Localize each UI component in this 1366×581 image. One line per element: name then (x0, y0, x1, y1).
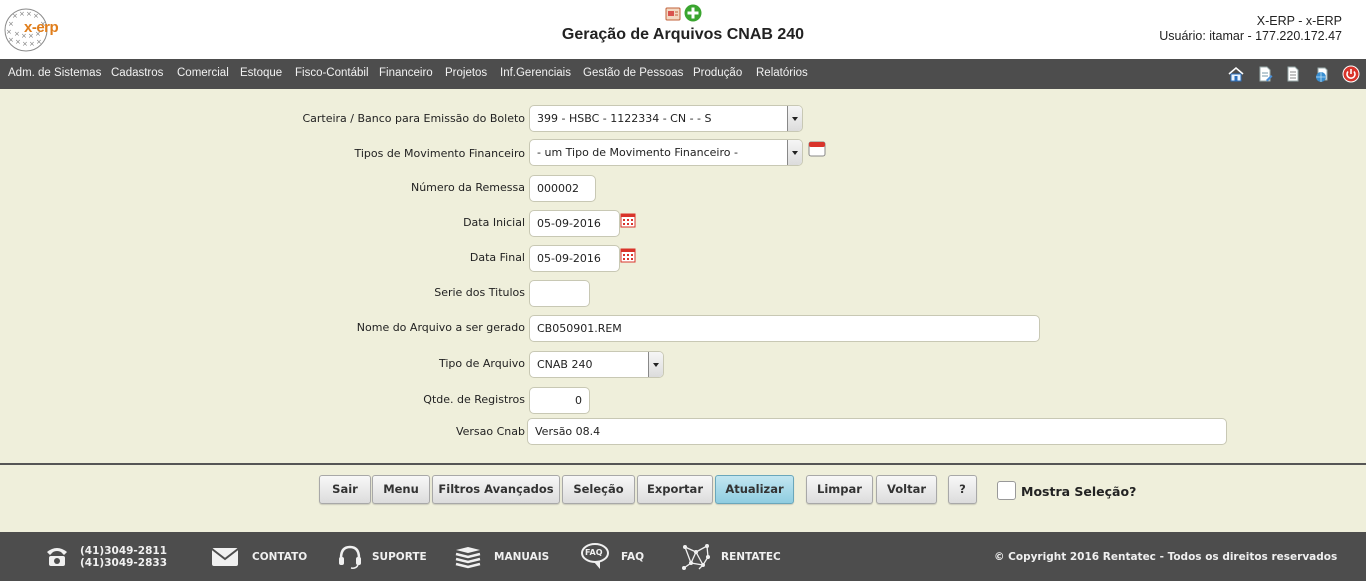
menu-inf-gerenciais[interactable]: Inf.Gerenciais (500, 67, 571, 79)
tipo-arquivo-select[interactable]: CNAB 240 (529, 351, 664, 378)
svg-text:×: × (19, 10, 25, 18)
copyright: © Copyright 2016 Rentatec - Todos os dir… (994, 551, 1338, 563)
atualizar-button[interactable]: Atualizar (715, 475, 794, 504)
phone-1: (41)3049-2811 (80, 545, 168, 557)
document-icon[interactable] (1284, 65, 1302, 83)
numero-remessa-label: Número da Remessa (410, 181, 525, 194)
data-inicial-input[interactable]: 05-09-2016 (529, 210, 620, 237)
help-button[interactable]: ? (948, 475, 977, 504)
user-info: X-ERP - x-ERP Usuário: itamar - 177.220.… (1159, 14, 1342, 44)
suporte-link[interactable]: SUPORTE (372, 551, 427, 563)
tipo-arquivo-value: CNAB 240 (537, 358, 593, 371)
app-footer: (41)3049-2811 (41)3049-2833 CONTATO SUPO… (0, 532, 1366, 581)
sair-button[interactable]: Sair (319, 475, 371, 504)
versao-cnab-label: Versao Cnab (455, 425, 525, 438)
home-icon[interactable] (1227, 65, 1245, 83)
section-divider (0, 463, 1366, 465)
calendar-icon[interactable] (620, 247, 636, 263)
menu-producao[interactable]: Produção (693, 67, 742, 79)
menu-adm-sistemas[interactable]: Adm. de Sistemas (8, 67, 101, 79)
menu-button[interactable]: Menu (372, 475, 430, 504)
menu-cadastros[interactable]: Cadastros (111, 67, 163, 79)
globe-icon[interactable] (1313, 65, 1331, 83)
menu-projetos[interactable]: Projetos (445, 67, 487, 79)
main-menu-bar: Adm. de Sistemas Cadastros Comercial Est… (0, 59, 1366, 89)
phone-numbers: (41)3049-2811 (41)3049-2833 (80, 545, 167, 569)
selecao-button[interactable]: Seleção (562, 475, 635, 504)
carteira-select[interactable]: 399 - HSBC - 1122334 - CN - - S (529, 105, 803, 132)
data-final-label: Data Final (469, 251, 525, 264)
numero-remessa-input[interactable]: 000002 (529, 175, 596, 202)
system-name: X-ERP - x-ERP (1256, 14, 1342, 28)
mostra-selecao-checkbox[interactable] (997, 481, 1016, 500)
phone-2: (41)3049-2833 (80, 557, 168, 569)
data-final-input[interactable]: 05-09-2016 (529, 245, 620, 272)
carteira-value: 399 - HSBC - 1122334 - CN - - S (537, 112, 712, 125)
phone-icon (47, 548, 67, 566)
document-edit-icon[interactable] (1256, 65, 1274, 83)
calendar-icon[interactable] (620, 212, 636, 228)
serie-titulos-label: Serie dos Titulos (434, 286, 525, 299)
faq-link[interactable]: FAQ (621, 551, 644, 563)
menu-financeiro[interactable]: Financeiro (379, 67, 433, 79)
faq-icon-text: FAQ (585, 548, 603, 557)
tipo-arquivo-label: Tipo de Arquivo (439, 357, 525, 370)
app-header: × × × × × × × × × × × × × × × × x-erp Geração de Ar… (0, 0, 1366, 59)
user-session: Usuário: itamar - 177.220.172.47 (1159, 29, 1342, 43)
headset-icon[interactable] (336, 544, 364, 570)
header-actions (665, 4, 705, 22)
tipos-mov-select[interactable]: - um Tipo de Movimento Financeiro - (529, 139, 803, 166)
chevron-down-icon[interactable] (787, 106, 802, 131)
menu-gestao-pessoas[interactable]: Gestão de Pessoas (583, 67, 683, 79)
tipos-mov-value: - um Tipo de Movimento Financeiro - (537, 146, 738, 159)
data-inicial-label: Data Inicial (463, 216, 525, 229)
chevron-down-icon[interactable] (787, 140, 802, 165)
network-icon[interactable] (681, 543, 711, 571)
nome-arquivo-label: Nome do Arquivo a ser gerado (356, 321, 525, 334)
rentatec-link[interactable]: RENTATEC (721, 551, 781, 563)
power-icon[interactable] (1342, 65, 1360, 83)
menu-comercial[interactable]: Comercial (177, 67, 229, 79)
versao-cnab-input[interactable]: Versão 08.4 (527, 418, 1227, 445)
limpar-button[interactable]: Limpar (806, 475, 873, 504)
voltar-button[interactable]: Voltar (876, 475, 937, 504)
chevron-down-icon[interactable] (648, 352, 663, 377)
manuais-link[interactable]: MANUAIS (494, 551, 549, 563)
carteira-label: Carteira / Banco para Emissão do Boleto (302, 112, 525, 125)
exportar-button[interactable]: Exportar (637, 475, 713, 504)
filtros-avancados-button[interactable]: Filtros Avançados (432, 475, 560, 504)
books-icon[interactable] (453, 545, 483, 569)
mostra-selecao-label[interactable]: Mostra Seleção? (1021, 484, 1136, 499)
menu-fisco-contabil[interactable]: Fisco-Contábil (295, 67, 369, 79)
svg-text:×: × (26, 10, 32, 18)
faq-icon[interactable]: FAQ (580, 542, 612, 570)
qtde-registros-input[interactable]: 0 (529, 387, 590, 414)
add-icon[interactable] (684, 4, 702, 22)
nome-arquivo-input[interactable]: CB050901.REM (529, 315, 1040, 342)
contato-link[interactable]: CONTATO (252, 551, 307, 563)
tipos-mov-label: Tipos de Movimento Financeiro (354, 147, 525, 160)
menu-relatorios[interactable]: Relatórios (756, 67, 808, 79)
qtde-registros-label: Qtde. de Registros (423, 393, 525, 406)
calendar-icon[interactable] (808, 140, 826, 158)
envelope-icon[interactable] (211, 547, 239, 567)
report-icon[interactable] (665, 6, 681, 22)
menu-estoque[interactable]: Estoque (240, 67, 282, 79)
svg-text:×: × (12, 12, 18, 20)
serie-titulos-input[interactable] (529, 280, 590, 307)
